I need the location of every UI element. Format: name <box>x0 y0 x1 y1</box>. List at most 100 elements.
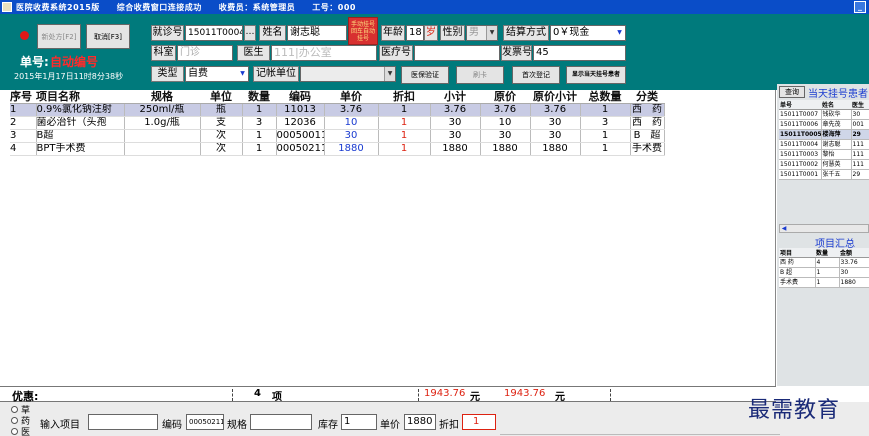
cell-category: B 超 <box>630 129 665 143</box>
patients-horizontal-scrollbar[interactable]: ◀ <box>779 224 869 233</box>
col-header[interactable]: 项目名称 <box>36 90 124 104</box>
cell-discount: 1 <box>378 129 431 143</box>
summary-item: 手术费 <box>779 277 816 288</box>
gender-select[interactable]: 男 ▼ <box>466 25 498 41</box>
spec-field[interactable] <box>250 414 312 430</box>
divider <box>610 389 611 401</box>
patient-id: 15011T0004 <box>779 139 822 150</box>
bottom-divider <box>500 434 780 435</box>
cell-total-qty: 1 <box>580 142 631 156</box>
patient-row[interactable]: 15011T0001 张千五 29 <box>779 169 869 180</box>
minimize-button[interactable]: _ <box>854 1 866 13</box>
col-header[interactable]: 数量 <box>242 90 276 104</box>
table-row[interactable]: 4 BPT手术费 次 1 00050211 1880 1 1880 1880 1… <box>10 142 665 156</box>
patient-row[interactable]: 15011T0006 章先茂 001 <box>779 119 869 130</box>
patient-row[interactable]: 15011T0005 楼海萍 29 <box>779 129 869 140</box>
col-header[interactable]: 医生 <box>851 100 869 110</box>
card-swipe-button[interactable]: 刷卡 <box>456 66 504 84</box>
col-header[interactable]: 编码 <box>276 90 324 104</box>
price-field[interactable]: 1880 <box>404 414 436 430</box>
col-header[interactable]: 姓名 <box>821 100 851 110</box>
settlement-select[interactable]: 0￥现金 ▼ <box>550 25 626 41</box>
cell-total-qty: 1 <box>580 129 631 143</box>
patient-name: 楼海萍 <box>821 129 852 140</box>
col-header[interactable]: 单价 <box>324 90 378 104</box>
query-button[interactable]: 查询 <box>779 86 805 98</box>
table-row[interactable]: 1 0.9%氯化钠注射 250ml/瓶 瓶 1 11013 3.76 1 3.7… <box>10 103 665 117</box>
cell-price: 30 <box>324 129 379 143</box>
col-header[interactable]: 总数量 <box>580 90 630 104</box>
name-label: 姓名 <box>259 25 286 41</box>
col-header[interactable]: 项目 <box>779 248 815 258</box>
scroll-left-icon[interactable]: ◀ <box>780 225 788 232</box>
item-count: 4 <box>254 388 261 399</box>
input-item-label: 输入项目 <box>40 420 80 431</box>
col-header[interactable]: 小计 <box>430 90 480 104</box>
age-field[interactable]: 18 <box>406 25 424 41</box>
cell-spec: 250ml/瓶 <box>124 103 201 117</box>
visit-no-field[interactable]: 15011T0004 <box>185 25 243 41</box>
patient-row[interactable]: 15011T0007 钱砍华 30 <box>779 109 869 120</box>
type-value: 自费 <box>188 68 208 79</box>
cell-total-qty: 1 <box>580 103 631 117</box>
account-select[interactable]: ▼ <box>300 66 396 82</box>
table-header-row: 序号 项目名称 规格 单位 数量 编码 单价 折扣 小计 原价 原价小计 总数量… <box>10 90 664 104</box>
col-header[interactable]: 分类 <box>630 90 664 104</box>
insurance-verify-button[interactable]: 医保验证 <box>401 66 449 84</box>
show-today-patients-button[interactable]: 显示当天挂号患者 <box>566 66 626 84</box>
discount-field[interactable]: 1 <box>462 414 496 430</box>
col-header[interactable]: 数量 <box>815 248 839 258</box>
manual-register-button[interactable]: 手动挂号 回车自动挂号 <box>348 17 378 45</box>
col-header[interactable]: 原价 <box>480 90 530 104</box>
col-header[interactable]: 单号 <box>779 100 821 110</box>
col-header[interactable]: 折扣 <box>378 90 430 104</box>
cell-name: 菌必治针（头孢 <box>36 116 125 130</box>
visit-no-browse-button[interactable]: … <box>244 25 256 41</box>
today-patients-table[interactable]: 单号 姓名 医生 15011T0007 钱砍华 30 15011T0006 章先茂 00… <box>779 100 869 180</box>
table-header-row: 单号 姓名 医生 <box>779 100 869 110</box>
doctor-field[interactable]: 111|办公室 <box>271 45 377 61</box>
name-field[interactable]: 谢志聪 <box>287 25 347 41</box>
discount-entry-label: 折扣 <box>439 420 459 431</box>
summary-row[interactable]: 西 药 4 33.76 <box>779 257 869 268</box>
col-header[interactable]: 序号 <box>10 90 36 104</box>
col-header[interactable]: 单位 <box>200 90 242 104</box>
cell-discount: 1 <box>378 103 431 117</box>
spec-label: 规格 <box>227 420 247 431</box>
summary-row[interactable]: 手术费 1 1880 <box>779 277 869 288</box>
stock-field[interactable]: 1 <box>341 414 377 430</box>
drug-radio[interactable] <box>11 417 18 424</box>
code-field[interactable]: 00050211 <box>186 414 224 430</box>
app-icon <box>2 2 12 12</box>
input-item-field[interactable] <box>88 414 158 430</box>
patient-row[interactable]: 15011T0002 何慧英 111 <box>779 159 869 170</box>
charge-items-table[interactable]: 序号 项目名称 规格 单位 数量 编码 单价 折扣 小计 原价 原价小计 总数量… <box>10 90 665 156</box>
item-summary-table[interactable]: 项目 数量 金额 西 药 4 33.76 B 超 1 30 手术费 1 1880 <box>779 248 869 288</box>
table-row[interactable]: 2 菌必治针（头孢 1.0g/瓶 支 3 12036 10 1 30 10 30… <box>10 116 665 130</box>
first-register-button[interactable]: 首次登记 <box>512 66 560 84</box>
col-header[interactable]: 金额 <box>839 248 869 258</box>
patient-row[interactable]: 15011T0003 黎怡 111 <box>779 149 869 160</box>
summary-item: 西 药 <box>779 257 816 268</box>
orig-total-amount: 1943.76 <box>504 388 546 399</box>
dept-label: 科室 <box>151 45 176 61</box>
type-select[interactable]: 自费 ▼ <box>185 66 249 82</box>
col-header[interactable]: 规格 <box>124 90 200 104</box>
medical-radio[interactable] <box>11 428 18 435</box>
patient-row[interactable]: 15011T0004 谢志聪 111 <box>779 139 869 150</box>
cell-name: B超 <box>36 129 125 143</box>
cell-spec <box>124 142 201 156</box>
dept-field[interactable]: 门诊 <box>177 45 233 61</box>
cell-spec <box>124 129 201 143</box>
cell-qty: 1 <box>242 103 277 117</box>
table-row[interactable]: 3 B超 次 1 00050011 30 1 30 30 30 1 B 超 <box>10 129 665 143</box>
new-prescription-button[interactable]: 新处方[F2] <box>37 24 81 49</box>
invoice-field[interactable]: 45 <box>533 45 626 61</box>
summary-row[interactable]: B 超 1 30 <box>779 267 869 278</box>
herb-radio[interactable] <box>11 406 18 413</box>
cell-code: 00050011 <box>276 129 325 143</box>
col-header[interactable]: 原价小计 <box>530 90 580 104</box>
cancel-button[interactable]: 取消[F3] <box>86 24 130 49</box>
insurance-field[interactable] <box>414 45 500 61</box>
patient-name: 钱砍华 <box>821 109 852 120</box>
